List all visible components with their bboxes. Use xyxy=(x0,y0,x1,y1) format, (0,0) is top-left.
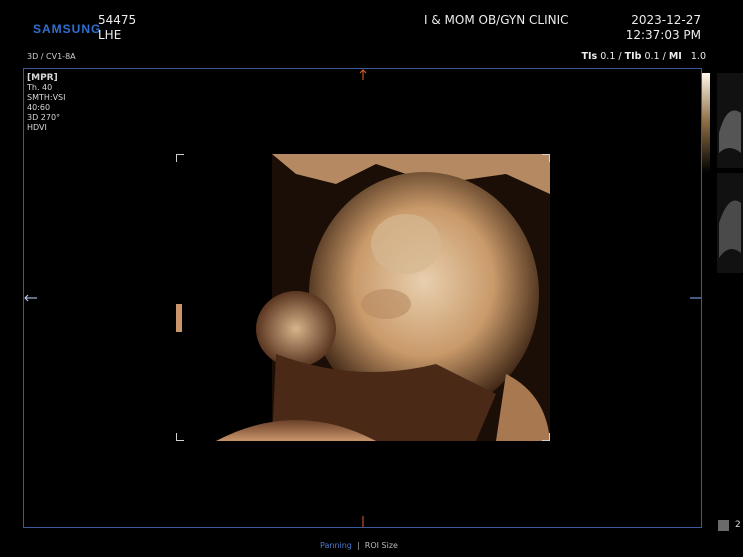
left-arrow-icon xyxy=(24,294,37,302)
mpr-thumbnails[interactable] xyxy=(717,73,743,273)
fetal-3d-render xyxy=(176,154,550,441)
bottom-menu: Panning | ROI Size xyxy=(320,541,398,550)
grayscale-bar xyxy=(702,73,710,173)
layout-number: 2 xyxy=(735,520,741,530)
panning-tab[interactable]: Panning xyxy=(320,541,352,550)
layout-button[interactable] xyxy=(718,520,729,531)
roi-corner-tl[interactable] xyxy=(176,154,184,162)
roi-corner-bl[interactable] xyxy=(176,433,184,441)
roi-box[interactable] xyxy=(176,154,550,441)
roi-size-tab[interactable]: ROI Size xyxy=(365,541,398,550)
top-arrow-icon xyxy=(359,69,367,80)
roi-corner-br[interactable] xyxy=(542,433,550,441)
roi-corner-tr[interactable] xyxy=(542,154,550,162)
